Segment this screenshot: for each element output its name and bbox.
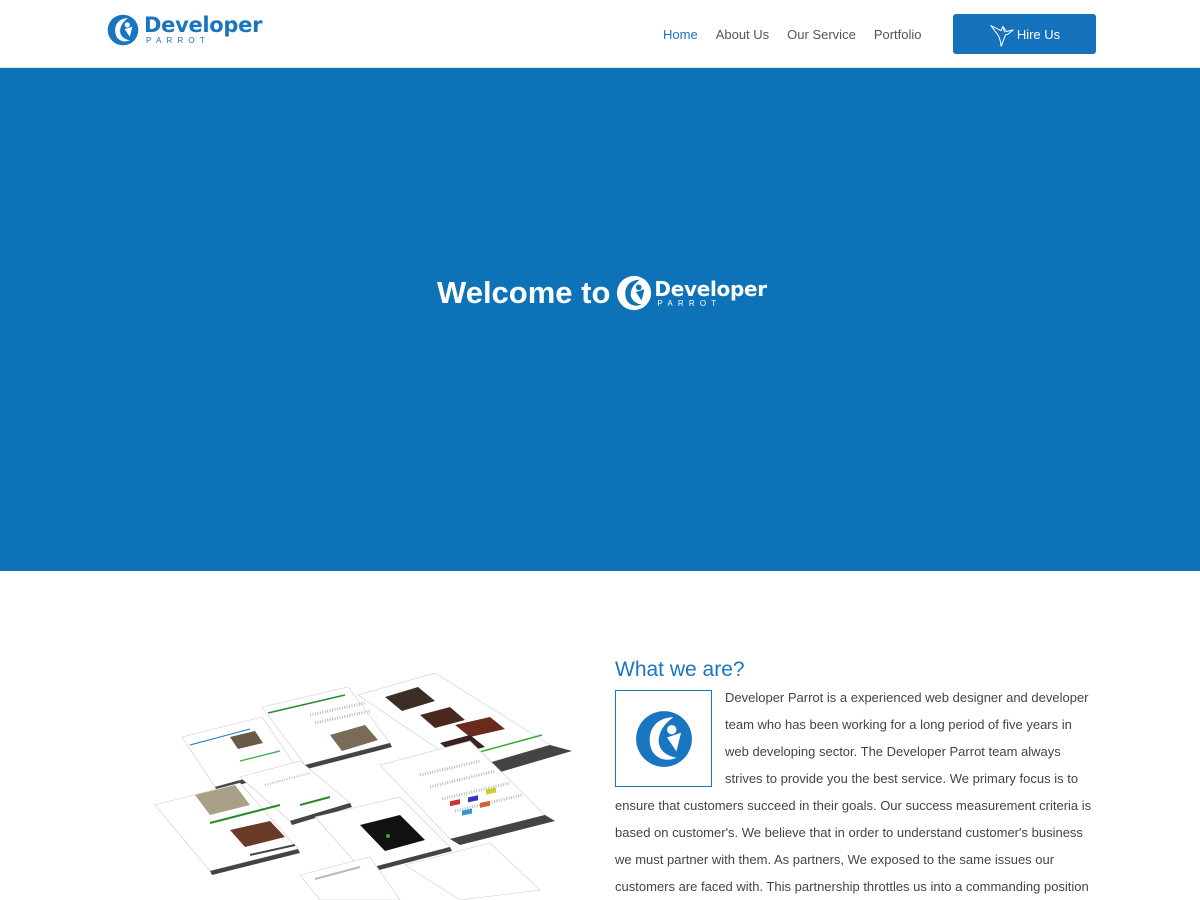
main-nav: Home About Us Our Service Portfolio	[663, 27, 940, 42]
website-mockups-illustration	[154, 672, 572, 900]
about-section: What we are? Developer Parrot is a exper…	[615, 658, 1095, 900]
nav-portfolio[interactable]: Portfolio	[874, 27, 922, 42]
hero-logo: Developer PARROT	[615, 274, 767, 312]
hero-banner: Welcome to Developer PARROT	[0, 68, 1200, 571]
hero-title: Welcome to	[437, 275, 611, 310]
hero-logo-word: Developer	[654, 276, 767, 301]
hummingbird-icon	[990, 24, 1014, 47]
nav-our-service[interactable]: Our Service	[787, 27, 856, 42]
brand-name: Developer	[144, 13, 263, 37]
parrot-logo-icon	[107, 14, 139, 46]
nav-home[interactable]: Home	[663, 27, 698, 42]
brand-logo[interactable]: Developer PARROT	[106, 12, 262, 48]
site-header: Developer PARROT Home About Us Our Servi…	[0, 0, 1200, 68]
parrot-logo-icon	[617, 275, 652, 311]
hero-logo-text: Developer PARROT	[654, 276, 767, 308]
nav-about-us[interactable]: About Us	[716, 27, 769, 42]
brand-logo-text: Developer PARROT	[144, 15, 262, 45]
parrot-logo-icon	[635, 710, 692, 767]
hero-logo-sub: PARROT	[657, 298, 722, 308]
brand-sub: PARROT	[146, 36, 210, 45]
hire-us-button[interactable]: Hire Us	[953, 14, 1096, 54]
hero-heading: Welcome to Developer PARROT	[437, 268, 767, 318]
hire-us-label: Hire Us	[1016, 26, 1061, 42]
about-title: What we are?	[615, 658, 745, 681]
about-logo-box	[615, 690, 712, 787]
